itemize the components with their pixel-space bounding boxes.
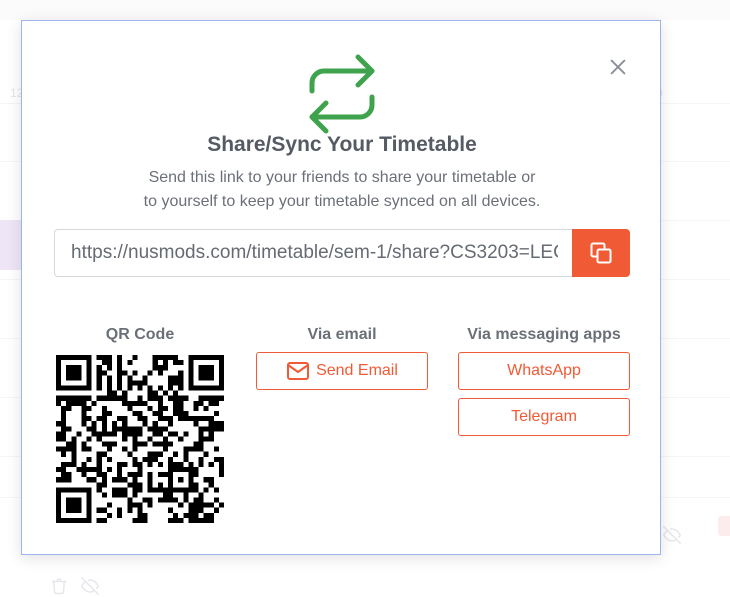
- copy-button[interactable]: [572, 229, 630, 277]
- send-email-button[interactable]: Send Email: [256, 352, 428, 390]
- messaging-apps-heading: Via messaging apps: [467, 326, 621, 343]
- mail-icon: [287, 362, 310, 380]
- telegram-button[interactable]: Telegram: [458, 398, 630, 436]
- page: 12 0: [0, 0, 730, 597]
- whatsapp-label: WhatsApp: [507, 362, 581, 379]
- share-url-input[interactable]: [54, 229, 572, 277]
- modal-subtitle: Send this link to your friends to share …: [82, 166, 602, 214]
- subtitle-line: to yourself to keep your timetable synce…: [143, 193, 541, 210]
- modal-title: Share/Sync Your Timetable: [207, 133, 477, 156]
- qr-heading: QR Code: [105, 326, 175, 343]
- qr-code: [56, 355, 224, 523]
- share-sync-modal: Share/Sync Your Timetable Send this link…: [21, 20, 661, 555]
- telegram-label: Telegram: [511, 408, 577, 425]
- copy-icon: [590, 242, 612, 264]
- share-url-group: [54, 229, 630, 277]
- subtitle-line: Send this link to your friends to share …: [148, 169, 536, 186]
- close-icon[interactable]: [607, 56, 629, 78]
- whatsapp-button[interactable]: WhatsApp: [458, 352, 630, 390]
- send-email-label: Send Email: [316, 362, 398, 379]
- email-heading: Via email: [307, 326, 377, 343]
- sync-icon: [306, 53, 378, 135]
